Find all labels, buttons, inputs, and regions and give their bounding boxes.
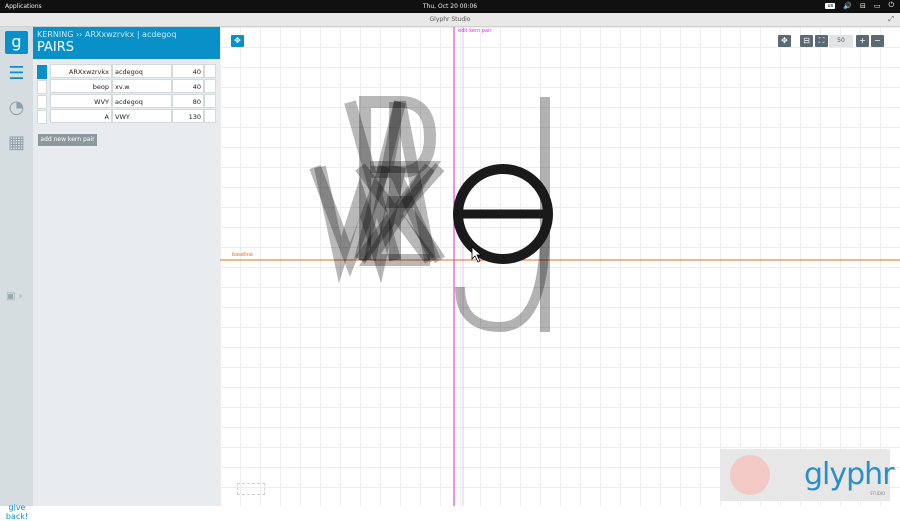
left-group-input[interactable]: WVY	[50, 94, 112, 108]
row-select-indicator[interactable]	[37, 65, 47, 79]
volume-icon[interactable]: 🔊	[843, 2, 852, 10]
delete-pair-button[interactable]	[204, 109, 216, 123]
right-group-input[interactable]: acdegoq	[112, 94, 172, 108]
layers-grid-icon[interactable]: ▦	[5, 132, 28, 154]
network-icon[interactable]: ⊟	[860, 2, 866, 10]
keyboard-layout-indicator[interactable]: us	[825, 2, 836, 9]
system-tray: us 🔊 ⊟ ▭ ⏻	[825, 1, 894, 10]
power-icon[interactable]: ⏻	[888, 1, 894, 10]
glyphr-brand-badge: glyphr STUDIO	[720, 449, 895, 501]
kern-pair-row[interactable]: WVY acdegoq 80	[37, 94, 217, 109]
attributes-gauge-icon[interactable]: ◔	[5, 97, 28, 119]
breadcrumb: KERNING ›› ARXxwzrvkx | acdegoq	[37, 30, 176, 39]
delete-pair-button[interactable]	[204, 64, 216, 78]
panel-title: PAIRS	[37, 40, 75, 55]
nav-rail: g ☰ ◔ ▦ ▣ › give back!	[0, 27, 33, 521]
brand-tagline: STUDIO	[870, 491, 886, 496]
row-select-indicator[interactable]	[37, 95, 47, 109]
kern-value-input[interactable]: 40	[172, 64, 204, 78]
maximize-icon[interactable]: ⤢	[888, 13, 894, 26]
right-group-input[interactable]: VWY	[112, 109, 172, 123]
right-group-input[interactable]: acdegoq	[112, 64, 172, 78]
brand-wordmark: glyphr	[804, 457, 895, 492]
breadcrumb-separator: ››	[75, 30, 83, 39]
panel-header: KERNING ›› ARXxwzrvkx | acdegoq PAIRS	[33, 27, 220, 59]
monkey-mascot-icon	[730, 455, 770, 495]
baseline-label: baseline	[232, 252, 253, 258]
kern-value-input[interactable]: 80	[172, 94, 204, 108]
left-group-input[interactable]: beop	[50, 79, 112, 93]
left-group-input[interactable]: A	[50, 109, 112, 123]
delete-pair-button[interactable]	[204, 94, 216, 108]
delete-pair-button[interactable]	[204, 79, 216, 93]
system-top-bar: Applications Thu, Oct 20 00:06 us 🔊 ⊟ ▭ …	[0, 0, 900, 13]
canvas-ruler-hint	[237, 483, 265, 495]
row-select-indicator[interactable]	[37, 110, 47, 124]
breadcrumb-current: ARXxwzrvkx | acdegoq	[84, 30, 177, 39]
save-icon[interactable]: ▣ ›	[6, 291, 23, 302]
kern-pair-row[interactable]: ARXxwzrvkx acdegoq 40	[37, 64, 217, 79]
kern-value-input[interactable]: 130	[172, 109, 204, 123]
add-kern-pair-button[interactable]: add new kern pair	[38, 134, 97, 146]
kern-pair-row[interactable]: A VWY 130	[37, 109, 217, 124]
window-title: Glyphr Studio	[429, 16, 471, 23]
window-title-bar[interactable]: Glyphr Studio ⤢	[0, 13, 900, 27]
left-group-input[interactable]: ARXxwzrvkx	[50, 64, 112, 78]
kerning-panel: KERNING ›› ARXxwzrvkx | acdegoq PAIRS AR…	[33, 27, 220, 506]
glyph-preview	[220, 27, 900, 506]
kern-value-input[interactable]: 40	[172, 79, 204, 93]
kern-pair-row[interactable]: beop xv.w 40	[37, 79, 217, 94]
pages-menu-icon[interactable]: ☰	[5, 63, 28, 85]
system-clock[interactable]: Thu, Oct 20 00:06	[0, 3, 900, 10]
glyphr-logo-icon[interactable]: g	[5, 31, 28, 54]
kern-line-label: edit kern pair	[458, 28, 492, 34]
edit-canvas[interactable]: ✥ ✥ ⊟ ⛶ 50 + − baseline edit kern pair g…	[220, 27, 900, 506]
battery-icon[interactable]: ▭	[874, 2, 881, 10]
breadcrumb-section[interactable]: KERNING	[37, 30, 73, 39]
row-select-indicator[interactable]	[37, 80, 47, 94]
right-group-input[interactable]: xv.w	[112, 79, 172, 93]
